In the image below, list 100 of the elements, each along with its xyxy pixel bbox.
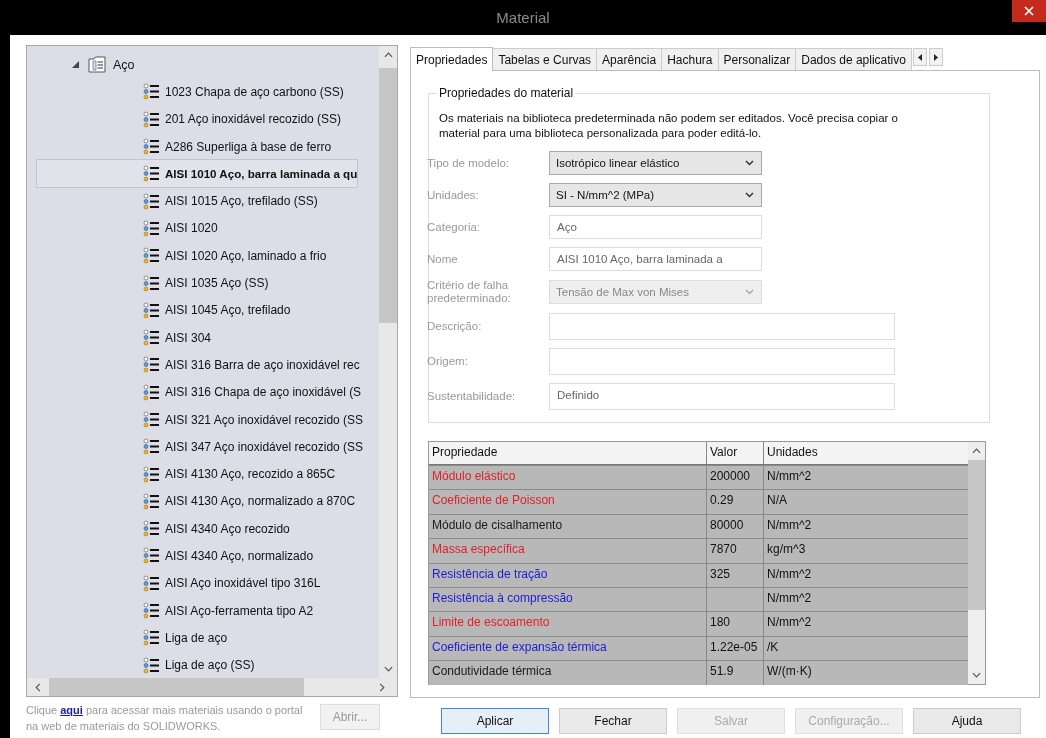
tree-item[interactable]: AISI 4130 Aço, recozido a 865C: [37, 460, 336, 488]
field-label: Critério de falha predeterminado:: [427, 279, 512, 305]
tree-item[interactable]: AISI 321 Aço inoxidável recozido (SS: [37, 405, 364, 434]
right-arrow-icon: [933, 53, 938, 61]
table-cell: Coeficiente de Poisson: [429, 490, 707, 514]
material-list-icon: [143, 165, 160, 183]
chevron-down-icon: [745, 289, 754, 295]
material-list-icon: [143, 492, 160, 510]
field-label: Unidades:: [427, 188, 480, 202]
table-cell-text: /K: [766, 638, 780, 656]
tab[interactable]: Aparência: [596, 48, 663, 70]
input-field[interactable]: [549, 348, 895, 375]
portal-hint-text: Clique aqui para acessar mais materiais usando o portal na web de materiais do SOLIDWORKS.: [26, 703, 304, 734]
vertical-scrollbar[interactable]: [379, 46, 397, 678]
library-icon: [88, 56, 106, 74]
table-cell-text: N/mm^2: [766, 565, 813, 583]
material-list-icon: [143, 274, 160, 292]
dialog-button[interactable]: Aplicar: [441, 708, 549, 734]
tree-item[interactable]: Aço: [113, 57, 135, 72]
dropdown[interactable]: Isotrópico linear elástico: [549, 151, 762, 175]
field-label: Descrição:: [427, 320, 483, 333]
tree-item[interactable]: AISI 4130 Aço, normalizado a 870C: [37, 487, 356, 516]
field-label: Origem:: [427, 355, 469, 368]
table-cell: 0.29: [707, 490, 764, 514]
material-list-icon: [143, 547, 160, 565]
material-list-icon: [143, 110, 160, 128]
horizontal-scrollbar[interactable]: [27, 678, 397, 696]
tree-item[interactable]: AISI 4340 Aço, normalizado: [37, 542, 314, 570]
tab[interactable]: Dados de aplicativo: [795, 48, 912, 70]
tree-item[interactable]: AISI 304: [37, 323, 212, 352]
tree-item[interactable]: AISI 1015 Aço, trefilado (SS): [37, 187, 318, 215]
tree-item[interactable]: AISI 1020 Aço, laminado a frio: [37, 242, 327, 270]
material-list-icon: [143, 656, 160, 674]
column-header: Valor: [707, 442, 764, 464]
scroll-left-icon[interactable]: [35, 682, 41, 692]
close-icon: [1024, 6, 1034, 16]
dialog-button[interactable]: Fechar: [559, 708, 667, 734]
tree-item[interactable]: AISI 4340 Aço recozido: [37, 515, 290, 543]
scroll-down-icon[interactable]: [972, 672, 981, 678]
column-header: Propriedade: [429, 442, 707, 464]
material-list-icon: [143, 383, 160, 401]
tree-item[interactable]: AISI 1020: [37, 214, 218, 243]
tree-item[interactable]: A286 Superliga à base de ferro: [37, 132, 332, 161]
tree-item[interactable]: Liga de aço: [37, 624, 228, 652]
tree-item[interactable]: AISI 316 Barra de aço inoxidável rec: [37, 351, 360, 379]
tree-item[interactable]: 1023 Chapa de aço carbono (SS): [37, 78, 344, 106]
vertical-scrollbar[interactable]: [968, 442, 985, 684]
table-cell: 7870: [707, 539, 764, 563]
tab[interactable]: Personalizar: [717, 48, 797, 70]
tree-item[interactable]: AISI 316 Chapa de aço inoxidável (S: [37, 378, 362, 406]
expanded-arrow-icon[interactable]: [72, 61, 79, 69]
tree-item[interactable]: AISI 347 Aço inoxidável recozido (SS: [37, 433, 364, 461]
table-cell: Limite de escoamento: [429, 612, 707, 636]
tab-scroll-right-button[interactable]: [928, 48, 943, 66]
material-list-icon: [143, 83, 160, 101]
dialog-button[interactable]: Ajuda: [913, 708, 1021, 734]
table-cell-text: N/A: [766, 492, 788, 510]
tab[interactable]: Hachura: [661, 48, 719, 70]
input-field[interactable]: [549, 313, 895, 340]
input-field[interactable]: Definido: [549, 383, 895, 410]
table-cell: Massa específica: [429, 539, 707, 563]
field-label: Sustentabilidade:: [427, 390, 517, 403]
table-cell: Condutividade térmica: [429, 661, 707, 685]
material-list-icon: [143, 438, 160, 456]
table-cell-text: kg/m^3: [766, 541, 807, 559]
input-field[interactable]: AISI 1010 Aço, barra laminada a: [549, 247, 762, 271]
read-only-note: Os materiais na biblioteca predeterminada não podem ser editados. Você precisa copiar o material para uma biblioteca personalizada para poder editá-lo.: [439, 111, 899, 141]
material-list-icon: [143, 574, 160, 592]
chevron-down-icon: [745, 160, 754, 166]
table-cell-text: N/mm^2: [766, 614, 813, 632]
material-list-icon: [143, 411, 160, 428]
field-label: Nome: [427, 252, 459, 266]
table-cell-text: N/mm^2: [766, 589, 813, 607]
scroll-down-icon[interactable]: [383, 666, 393, 672]
tree-item[interactable]: AISI 1045 Aço, trefilado: [37, 296, 291, 324]
table-cell: 325: [707, 563, 764, 587]
group-title: Propriedades do material: [437, 86, 576, 100]
tree-item[interactable]: Liga de aço (SS): [37, 651, 255, 678]
tree-item[interactable]: AISI Aço-ferramenta tipo A2: [37, 596, 314, 625]
tree-item[interactable]: AISI 1035 Aço (SS): [37, 269, 269, 297]
close-button[interactable]: [1012, 0, 1046, 22]
table-cell-text: N/mm^2: [766, 468, 813, 485]
tree-item[interactable]: AISI Aço inoxidável tipo 316L: [37, 569, 321, 597]
material-list-icon: [143, 247, 160, 265]
input-field[interactable]: Aço: [549, 215, 762, 239]
portal-link[interactable]: aqui: [60, 704, 83, 716]
tab[interactable]: Propriedades: [410, 47, 494, 71]
material-list-icon: [143, 629, 160, 647]
scroll-up-icon[interactable]: [972, 448, 981, 454]
tab[interactable]: Tabelas e Curvas: [492, 48, 598, 70]
tree-item[interactable]: AISI 1010 Aço, barra laminada a qu: [37, 160, 358, 188]
tree-item[interactable]: 201 Aço inoxidável recozido (SS): [37, 105, 342, 133]
scroll-right-icon[interactable]: [379, 682, 385, 692]
material-list-icon: [143, 219, 160, 237]
scroll-up-icon[interactable]: [383, 52, 393, 58]
tab-scroll-left-button[interactable]: [912, 48, 927, 66]
dropdown[interactable]: SI - N/mm^2 (MPa): [549, 183, 762, 207]
table-cell: Resistência de tração: [429, 563, 707, 587]
material-list-icon: [143, 520, 160, 538]
chevron-down-icon: [745, 192, 754, 198]
